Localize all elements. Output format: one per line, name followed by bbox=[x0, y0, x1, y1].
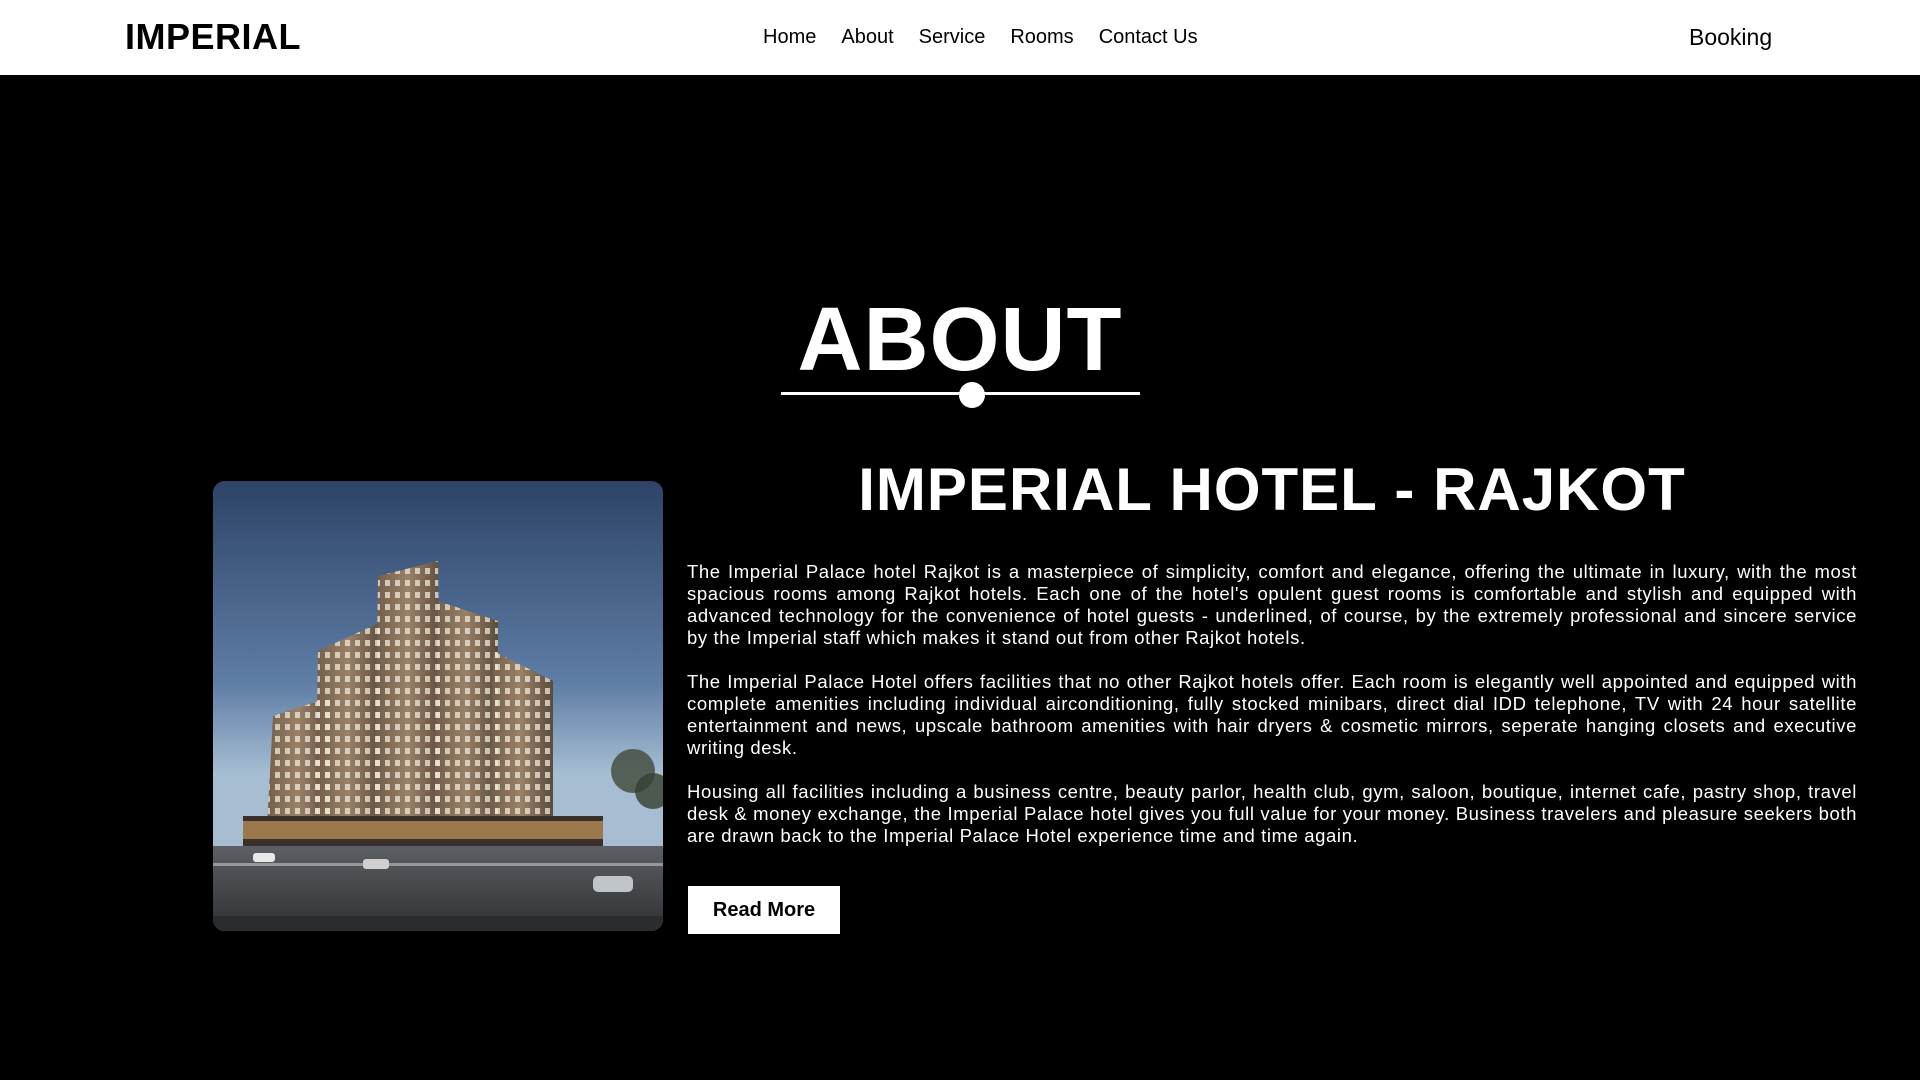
nav-link-about[interactable]: About bbox=[841, 24, 893, 50]
nav-link-contact-us[interactable]: Contact Us bbox=[1099, 24, 1198, 50]
site-logo[interactable]: IMPERIAL bbox=[125, 17, 301, 57]
about-paragraph: Housing all facilities including a busin… bbox=[687, 781, 1857, 846]
nav-link-service[interactable]: Service bbox=[919, 24, 986, 50]
nav-links: Home About Service Rooms Contact Us bbox=[763, 24, 1198, 50]
about-paragraph: The Imperial Palace Hotel offers facilit… bbox=[687, 671, 1857, 758]
booking-link[interactable]: Booking bbox=[1689, 22, 1772, 52]
about-description: The Imperial Palace hotel Rajkot is a ma… bbox=[687, 561, 1857, 869]
nav-link-home[interactable]: Home bbox=[763, 24, 816, 50]
section-title: ABOUT bbox=[797, 290, 1123, 390]
title-underline-dot bbox=[959, 382, 985, 408]
read-more-button[interactable]: Read More bbox=[688, 886, 840, 934]
about-paragraph: The Imperial Palace hotel Rajkot is a ma… bbox=[687, 561, 1857, 648]
hotel-heading: IMPERIAL HOTEL - RAJKOT bbox=[858, 456, 1686, 523]
nav-link-rooms[interactable]: Rooms bbox=[1010, 24, 1073, 50]
hotel-building-image bbox=[213, 481, 663, 931]
navbar: IMPERIAL Home About Service Rooms Contac… bbox=[0, 0, 1920, 75]
